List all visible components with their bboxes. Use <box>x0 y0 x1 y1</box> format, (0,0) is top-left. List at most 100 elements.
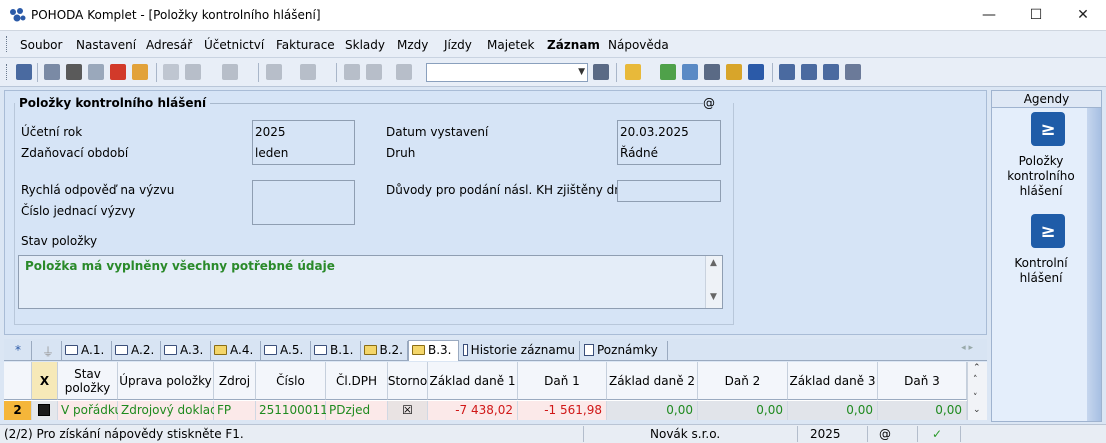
menu-adresar[interactable]: Adresář <box>146 38 192 52</box>
agenda-polozky-kh[interactable]: Položky kontrolního hlášení <box>994 154 1088 199</box>
field-datum-druh[interactable]: 20.03.2025 Řádné <box>617 120 721 165</box>
scroll-down-icon[interactable]: ˅ <box>973 393 978 403</box>
tab-a2[interactable]: A.2. <box>112 341 161 360</box>
scroll-up-icon[interactable]: ˄ <box>973 375 978 385</box>
coins-icon[interactable] <box>726 64 742 80</box>
textarea-scrollbar[interactable]: ▲ ▼ <box>705 256 722 308</box>
cell-dan3[interactable]: 0,00 <box>878 401 967 420</box>
table-icon[interactable] <box>222 64 238 80</box>
header-cislo[interactable]: Číslo <box>256 362 326 400</box>
menu-ucetnictvi[interactable]: Účetnictví <box>204 38 264 52</box>
header-zaklad2[interactable]: Základ daně 2 <box>607 362 698 400</box>
grid-scrollbar[interactable]: ⌃ ˄ ˅ ⌄ <box>967 362 987 420</box>
header-zaklad1[interactable]: Základ daně 1 <box>428 362 518 400</box>
menu-majetek[interactable]: Majetek <box>487 38 534 52</box>
menu-sklady[interactable]: Sklady <box>345 38 385 52</box>
help-icon[interactable] <box>845 64 861 80</box>
tab-a3[interactable]: A.3. <box>161 341 211 360</box>
tab-a4[interactable]: A.4. <box>211 341 261 360</box>
row-checkbox-icon[interactable] <box>38 404 50 416</box>
header-x[interactable]: X <box>32 362 58 400</box>
filter-combo[interactable]: ▼ <box>426 63 588 82</box>
window-icon[interactable] <box>779 64 795 80</box>
card-icon[interactable] <box>682 64 698 80</box>
folder-icon[interactable] <box>625 64 641 80</box>
tab-b1[interactable]: B.1. <box>311 341 361 360</box>
tab-b3[interactable]: B.3. <box>408 340 459 361</box>
tabs-scroll-arrows[interactable]: ◂ ▸ <box>961 343 973 353</box>
cell-zaklad2[interactable]: 0,00 <box>607 401 698 420</box>
row-select-cell[interactable] <box>32 401 58 420</box>
menu-jizdy[interactable]: Jízdy <box>444 38 472 52</box>
edit-icon[interactable] <box>185 64 201 80</box>
cell-stav[interactable]: V pořádku <box>58 401 122 420</box>
field-rok-obdobi[interactable]: 2025 leden <box>252 120 355 165</box>
agenda-kontrolni-hlaseni[interactable]: Kontrolní hlášení <box>994 256 1088 286</box>
preview-icon[interactable] <box>88 64 104 80</box>
exit-icon[interactable] <box>16 64 32 80</box>
field-rychla-odpoved[interactable] <box>252 180 355 225</box>
iban-icon[interactable] <box>748 64 764 80</box>
gear-icon[interactable] <box>300 64 316 80</box>
header-storno[interactable]: Storno <box>388 362 428 400</box>
tab-historie[interactable]: Historie záznamu <box>460 341 580 360</box>
scroll-down-icon[interactable]: ▼ <box>710 292 717 302</box>
tab-filter[interactable]: ⏚ <box>34 341 62 360</box>
header-uprava[interactable]: Úprava položky <box>118 362 214 400</box>
scroll-top-icon[interactable]: ⌃ <box>973 363 981 373</box>
menu-nastaveni[interactable]: Nastavení <box>76 38 136 52</box>
tab-star[interactable]: * <box>6 341 32 360</box>
pdf-icon[interactable] <box>110 64 126 80</box>
scroll-bottom-icon[interactable]: ⌄ <box>973 405 981 415</box>
status-check-icon: ✓ <box>932 427 943 441</box>
kontrolni-hlaseni-icon[interactable]: ≥ <box>1031 214 1065 248</box>
export-icon[interactable] <box>132 64 148 80</box>
header-zaklad3[interactable]: Základ daně 3 <box>788 362 878 400</box>
tab-a5[interactable]: A.5. <box>261 341 311 360</box>
header-stav[interactable]: Stav položky <box>58 362 118 400</box>
row-number[interactable]: 2 <box>4 401 32 420</box>
cell-dan1[interactable]: -1 561,98 <box>518 401 607 420</box>
maximize-button[interactable]: ☐ <box>1013 0 1059 30</box>
save-icon[interactable] <box>344 64 360 80</box>
menu-zaznam[interactable]: Záznam <box>547 38 600 52</box>
panel-icon[interactable] <box>823 64 839 80</box>
minimize-button[interactable]: — <box>966 0 1012 30</box>
close-button[interactable]: ✕ <box>1060 0 1106 30</box>
menu-fakturace[interactable]: Fakturace <box>276 38 335 52</box>
polozky-kh-icon[interactable]: ≥ <box>1031 112 1065 146</box>
new-record-icon[interactable] <box>163 64 179 80</box>
cell-uprava[interactable]: Zdrojový doklad <box>118 401 218 420</box>
header-cl-dph[interactable]: Čl.DPH <box>326 362 388 400</box>
tab-a1[interactable]: A.1. <box>62 341 112 360</box>
header-dan2[interactable]: Daň 2 <box>698 362 788 400</box>
copy-icon[interactable] <box>44 64 60 80</box>
header-dan3[interactable]: Daň 3 <box>878 362 967 400</box>
cell-cl-dph[interactable]: PDzjed <box>326 401 388 420</box>
print-icon[interactable] <box>66 64 82 80</box>
header-zdroj[interactable]: Zdroj <box>214 362 256 400</box>
cell-zaklad3[interactable]: 0,00 <box>788 401 878 420</box>
back-arrow-icon[interactable] <box>266 64 282 80</box>
filter-icon[interactable] <box>593 64 609 80</box>
field-duvody-datum[interactable] <box>617 180 721 202</box>
stav-polozky-textarea[interactable]: Položka má vyplněny všechny potřebné úda… <box>18 255 723 309</box>
calculator-icon[interactable] <box>704 64 720 80</box>
tab-b2[interactable]: B.2. <box>361 341 408 360</box>
menu-napoveda[interactable]: Nápověda <box>608 38 669 52</box>
header-dan1[interactable]: Daň 1 <box>518 362 607 400</box>
cell-dan2[interactable]: 0,00 <box>698 401 788 420</box>
at-icon[interactable]: @ <box>703 96 715 110</box>
menu-soubor[interactable]: Soubor <box>20 38 62 52</box>
cell-cislo[interactable]: 251100011 <box>256 401 328 420</box>
cell-zdroj[interactable]: FP <box>214 401 256 420</box>
menu-mzdy[interactable]: Mzdy <box>397 38 428 52</box>
cell-zaklad1[interactable]: -7 438,02 <box>428 401 518 420</box>
layout-icon[interactable] <box>801 64 817 80</box>
cell-storno[interactable]: ☒ <box>388 401 428 420</box>
scroll-up-icon[interactable]: ▲ <box>710 258 717 268</box>
clipboard-icon[interactable] <box>396 64 412 80</box>
save-all-icon[interactable] <box>366 64 382 80</box>
tab-poznamky[interactable]: Poznámky <box>581 341 668 360</box>
book-icon[interactable] <box>660 64 676 80</box>
